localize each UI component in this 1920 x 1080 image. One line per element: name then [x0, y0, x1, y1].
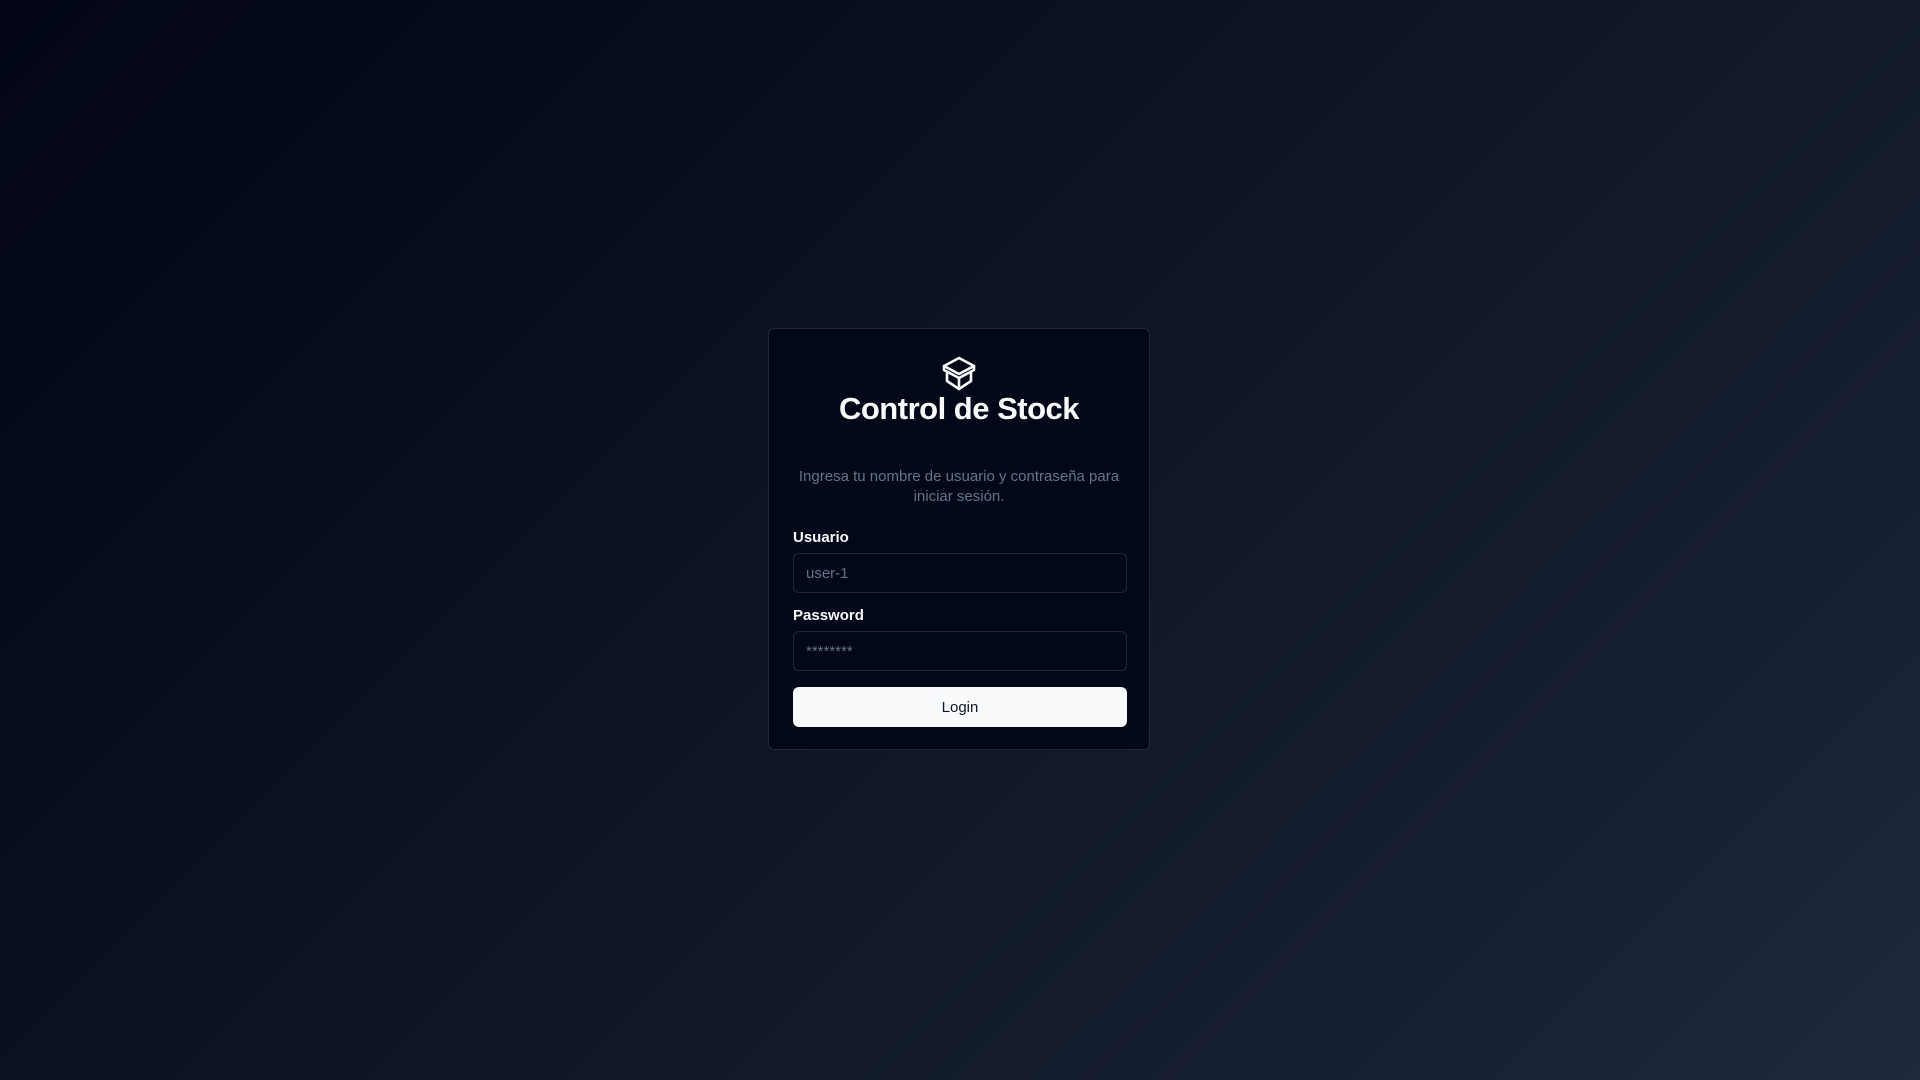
- page-title: Control de Stock: [838, 391, 1080, 426]
- package-box-icon: [942, 356, 976, 391]
- login-card: Control de Stock Ingresa tu nombre de us…: [768, 328, 1150, 750]
- login-button[interactable]: Login: [793, 687, 1127, 727]
- password-input[interactable]: [793, 631, 1127, 671]
- username-label: Usuario: [793, 529, 849, 546]
- password-label: Password: [793, 607, 864, 624]
- login-instructions: Ingresa tu nombre de usuario y contraseñ…: [798, 468, 1120, 505]
- username-input[interactable]: [793, 553, 1127, 593]
